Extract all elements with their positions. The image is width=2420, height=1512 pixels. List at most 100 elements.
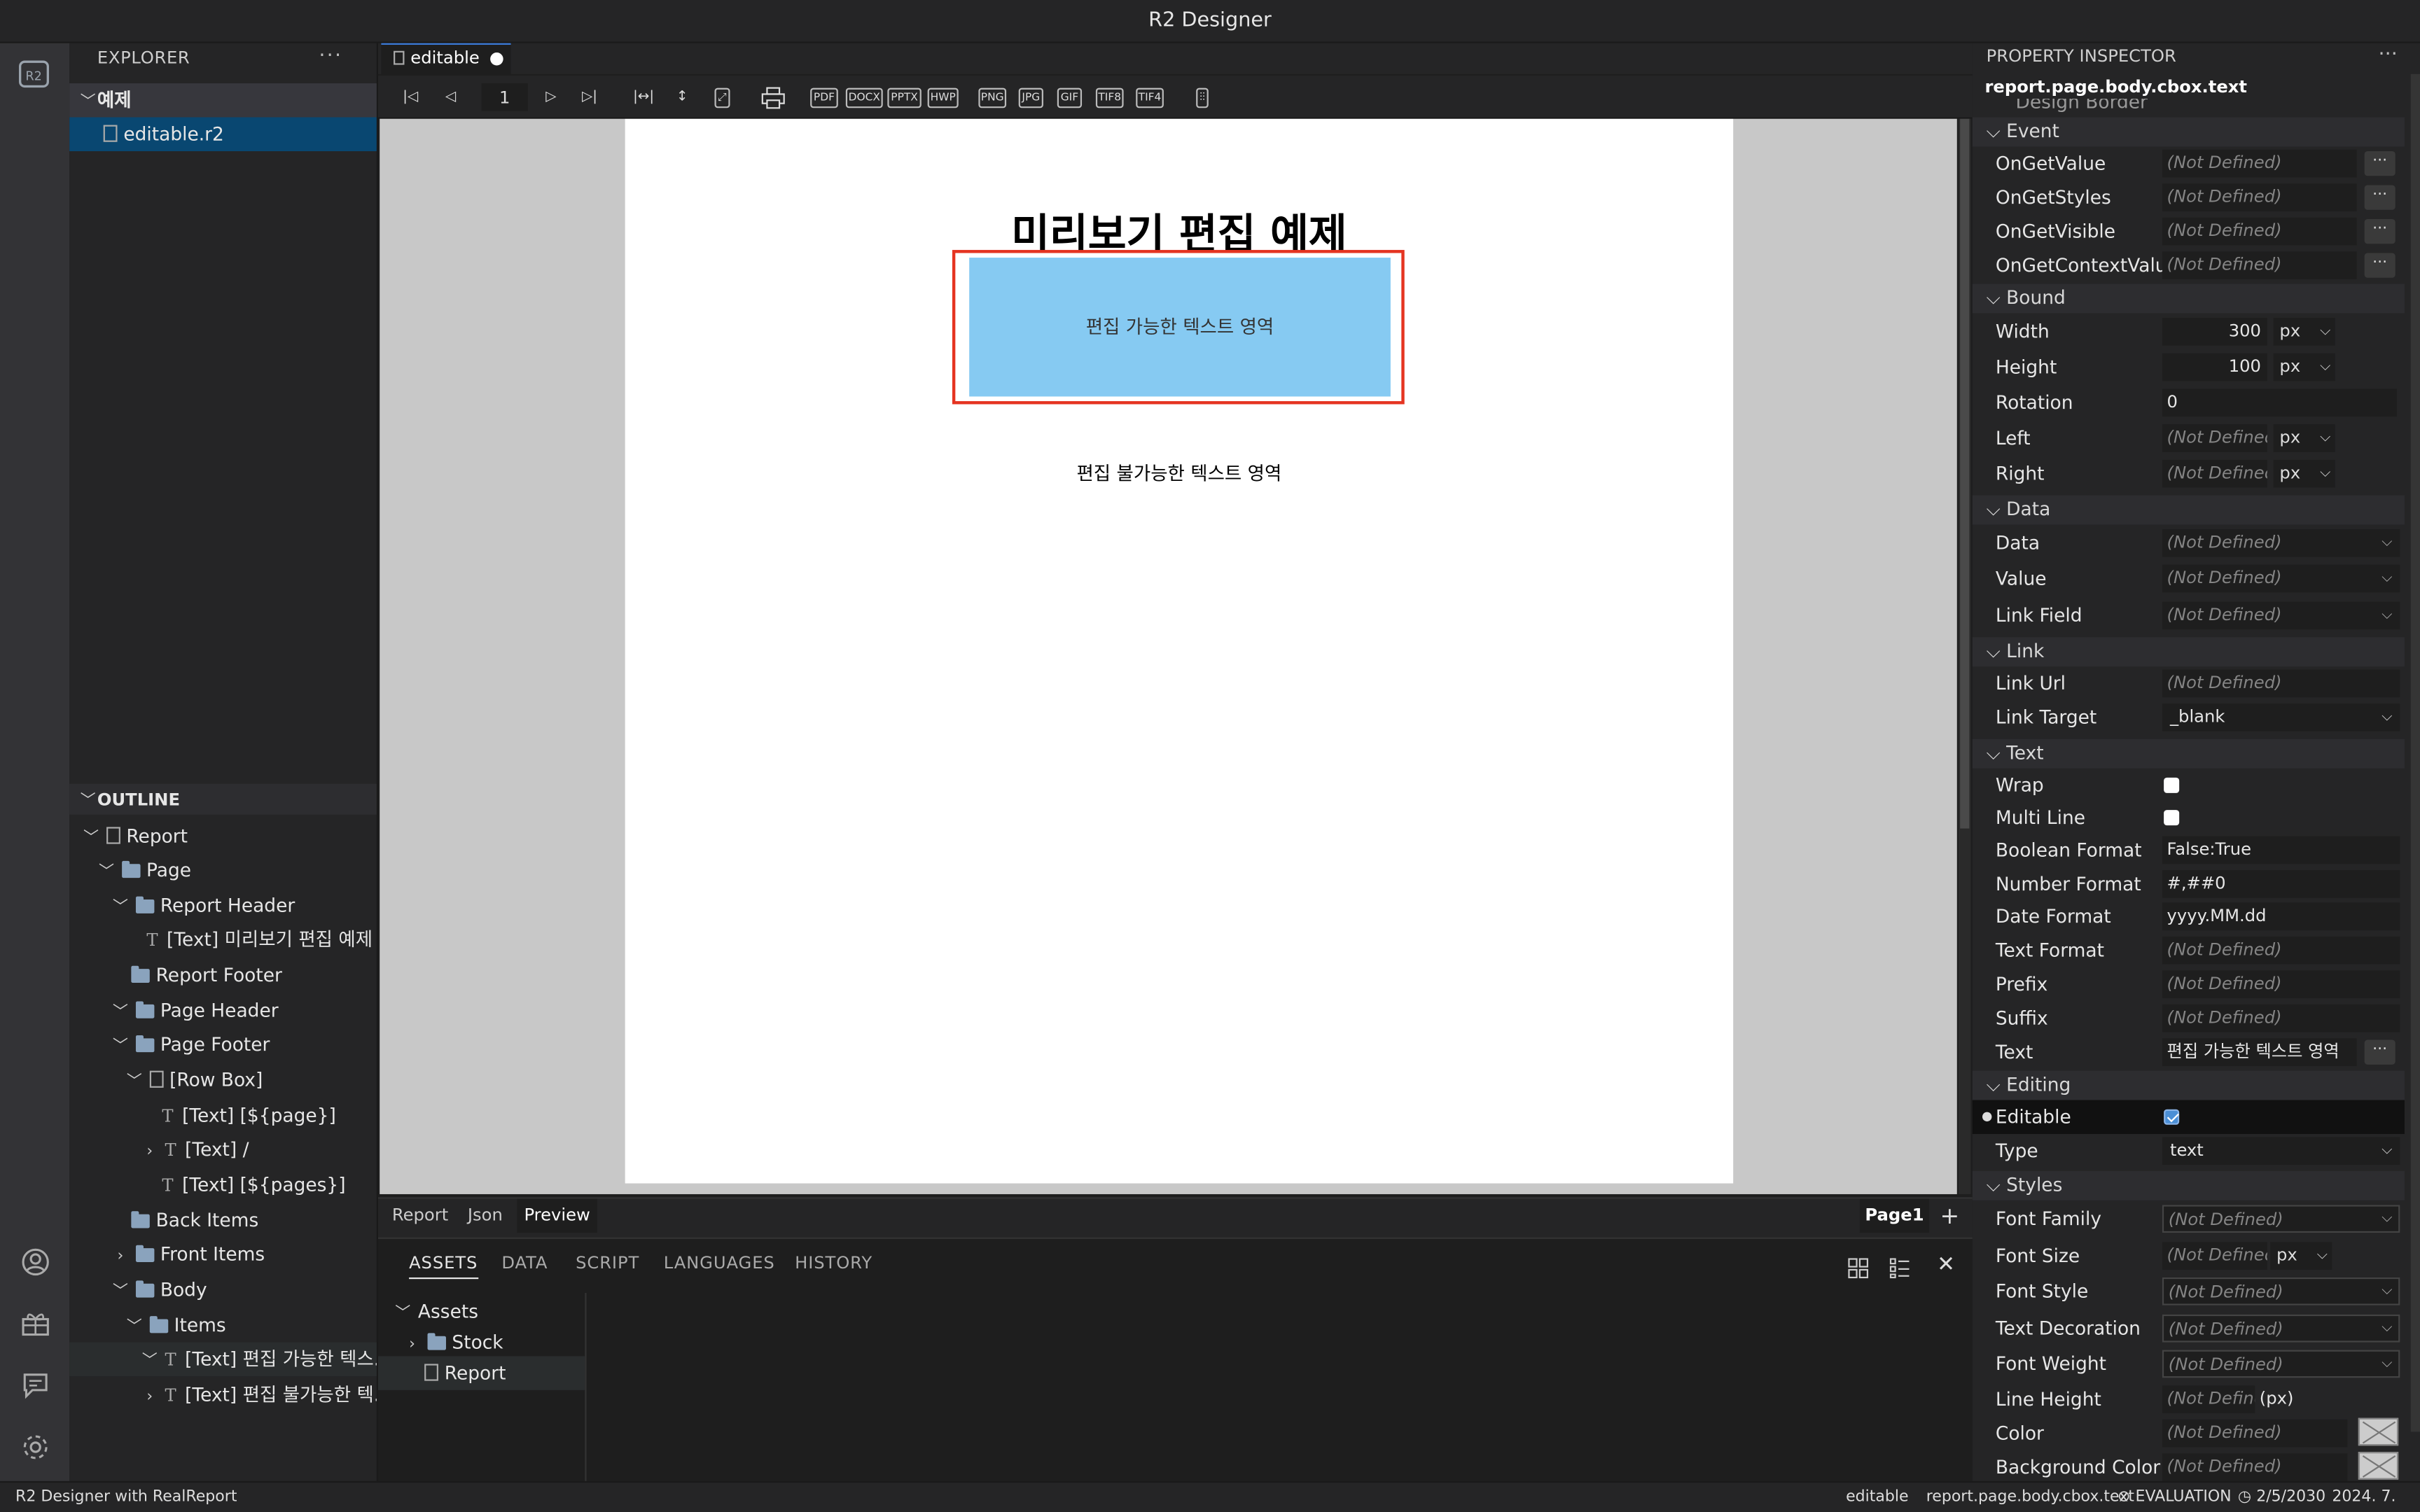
edit-button[interactable]: ··· — [2364, 218, 2395, 244]
preview-options-icon[interactable]: ⫶⫶ — [1188, 83, 1216, 111]
section-link[interactable]: ⌵ Link — [1972, 637, 2405, 667]
unit-select[interactable]: px ⌵ — [2273, 459, 2335, 488]
export-tif8-button[interactable]: TIF8 — [1094, 83, 1125, 111]
tab-editable[interactable]: editable ● — [381, 43, 511, 74]
unit-select[interactable]: px ⌵ — [2273, 318, 2335, 346]
prop-boolean-format: Boolean Format False:True — [1973, 833, 2405, 867]
tab-data[interactable]: DATA — [501, 1253, 548, 1273]
outline-item-noneditable-text[interactable]: › T [Text] 편집 불가능한 텍... — [69, 1378, 376, 1411]
outline-item-report-header[interactable]: ﹀ Report Header — [69, 889, 377, 923]
editable-text-box[interactable]: 편집 가능한 텍스트 영역 — [969, 258, 1391, 397]
section-data[interactable]: ⌵ Data — [1972, 495, 2405, 525]
property-grid: ⌵ Event OnGetValue (Not Defined) ··· OnGet… — [1972, 43, 2420, 1481]
tab-script[interactable]: SCRIPT — [576, 1253, 639, 1273]
assets-item-report[interactable]: Report — [378, 1356, 585, 1390]
export-pptx-button[interactable]: PPTX — [887, 83, 922, 111]
explorer-file-editable[interactable]: editable.r2 — [69, 117, 377, 151]
outline-item-back-items[interactable]: Back Items — [69, 1203, 377, 1237]
section-styles[interactable]: ⌵ Styles — [1972, 1170, 2405, 1200]
outline-item-editable-text[interactable]: ﹀ T [Text] 편집 가능한 텍스... — [69, 1342, 377, 1377]
tab-history[interactable]: HISTORY — [795, 1253, 872, 1273]
section-editing[interactable]: ⌵ Editing — [1972, 1070, 2405, 1100]
export-gif-button[interactable]: GIF — [1054, 83, 1085, 111]
edit-button[interactable]: ··· — [2364, 185, 2395, 210]
prev-page-icon[interactable]: ◁ — [440, 83, 461, 111]
export-hwp-button[interactable]: HWP — [927, 83, 959, 111]
rowbox-icon — [149, 1070, 164, 1088]
explorer-folder[interactable]: ﹀ 예제 — [69, 83, 377, 118]
unit-select[interactable]: px ⌵ — [2270, 1242, 2332, 1270]
last-page-icon[interactable]: ▷| — [577, 83, 601, 111]
prop-font-weight: Font Weight (Not Defined) ⌵ — [1973, 1347, 2405, 1380]
noneditable-text: 편집 불가능한 텍스트 영역 — [1076, 463, 1282, 485]
file-icon — [424, 1364, 438, 1381]
wrap-checkbox[interactable] — [2164, 777, 2180, 793]
add-page-button[interactable]: + — [1940, 1199, 1960, 1233]
assets-root[interactable]: ﹀ Assets — [378, 1294, 585, 1328]
explorer-more-button[interactable]: ··· — [319, 45, 342, 68]
export-docx-button[interactable]: DOCX — [845, 83, 884, 111]
unit-select[interactable]: px ⌵ — [2273, 353, 2335, 382]
inspector-scrollbar[interactable] — [2410, 74, 2420, 1432]
gift-icon[interactable] — [17, 1306, 54, 1343]
outline-header[interactable]: ﹀ OUTLINE — [69, 783, 377, 815]
tab-json[interactable]: Json — [468, 1199, 503, 1233]
editable-checkbox[interactable] — [2164, 1109, 2180, 1125]
grid-view-icon[interactable] — [1847, 1257, 1869, 1283]
tab-languages[interactable]: LANGUAGES — [664, 1253, 775, 1273]
prop-text-decoration: Text Decoration (Not Defined) ⌵ — [1973, 1311, 2405, 1345]
export-png-button[interactable]: PNG — [977, 83, 1008, 111]
outline-item-page-header[interactable]: ﹀ Page Header — [69, 993, 377, 1027]
outline-item-report[interactable]: ﹀ Report — [69, 819, 377, 853]
fit-height-icon[interactable]: ↕ — [672, 83, 693, 111]
edit-button[interactable]: ··· — [2364, 150, 2395, 176]
page-number-input[interactable]: 1 — [481, 83, 528, 111]
first-page-icon[interactable]: |◁ — [398, 83, 423, 111]
section-bound[interactable]: ⌵ Bound — [1972, 284, 2405, 314]
outline-item-items[interactable]: ﹀ Items — [69, 1308, 377, 1342]
unsaved-dot-icon[interactable]: ● — [489, 45, 504, 73]
unit-select[interactable]: px ⌵ — [2273, 424, 2335, 452]
assets-item-stock[interactable]: › Stock — [378, 1325, 585, 1359]
fit-page-icon[interactable]: ⤢ — [710, 83, 735, 111]
outline-item-body[interactable]: ﹀ Body — [69, 1273, 377, 1306]
section-text[interactable]: ⌵ Text — [1972, 738, 2405, 769]
export-tif4-button[interactable]: TIF4 — [1134, 83, 1165, 111]
export-jpg-button[interactable]: JPG — [1015, 83, 1046, 111]
r2-logo-icon[interactable]: R2 — [17, 55, 54, 92]
section-event[interactable]: ⌵ Event — [1972, 117, 2405, 147]
list-view-icon[interactable] — [1889, 1257, 1911, 1283]
outline-item-pages-text[interactable]: T [Text] [${pages}] — [69, 1168, 377, 1201]
outline-item-title-text[interactable]: T [Text] 미리보기 편집 예제 — [69, 923, 377, 956]
next-page-icon[interactable]: ▷ — [540, 83, 562, 111]
outline-item-row-box[interactable]: ﹀ [Row Box] — [69, 1063, 377, 1097]
canvas-scrollbar[interactable] — [1958, 118, 1971, 1194]
outline-item-front-items[interactable]: › Front Items — [69, 1238, 377, 1271]
outline-item-page-footer[interactable]: ﹀ Page Footer — [69, 1028, 377, 1061]
background-color-swatch[interactable] — [2358, 1452, 2399, 1480]
scrollbar-thumb[interactable] — [1960, 118, 1970, 829]
feedback-icon[interactable] — [17, 1367, 54, 1404]
tab-page1[interactable]: Page1 — [1859, 1198, 1930, 1233]
prop-number-format: Number Format #,##0 — [1973, 867, 2405, 901]
outline-item-report-footer[interactable]: Report Footer — [69, 958, 377, 992]
fit-width-icon[interactable]: |↔| — [630, 83, 658, 111]
color-swatch[interactable] — [2358, 1418, 2399, 1446]
edit-button[interactable]: ··· — [2364, 1040, 2395, 1065]
account-icon[interactable] — [17, 1243, 54, 1280]
outline-item-page[interactable]: ﹀ Page — [69, 853, 377, 887]
export-pdf-button[interactable]: PDF — [809, 83, 840, 111]
tab-assets[interactable]: ASSETS — [409, 1253, 478, 1280]
gear-icon[interactable] — [17, 1429, 54, 1466]
outline-item-page-text[interactable]: T [Text] [${page}] — [69, 1098, 377, 1132]
folder-icon — [135, 1280, 155, 1298]
tab-report[interactable]: Report — [392, 1199, 448, 1233]
close-icon[interactable]: ✕ — [1937, 1253, 1955, 1278]
tab-preview[interactable]: Preview — [517, 1198, 597, 1233]
prop-text-format: Text Format (Not Defined) — [1973, 933, 2405, 967]
multiline-checkbox[interactable] — [2164, 810, 2180, 826]
outline-item-slash-text[interactable]: › T [Text] / — [69, 1133, 377, 1166]
prop-text: Text 편집 가능한 텍스트 영역 ··· — [1973, 1035, 2405, 1069]
edit-button[interactable]: ··· — [2364, 253, 2395, 278]
print-icon[interactable] — [759, 83, 787, 111]
